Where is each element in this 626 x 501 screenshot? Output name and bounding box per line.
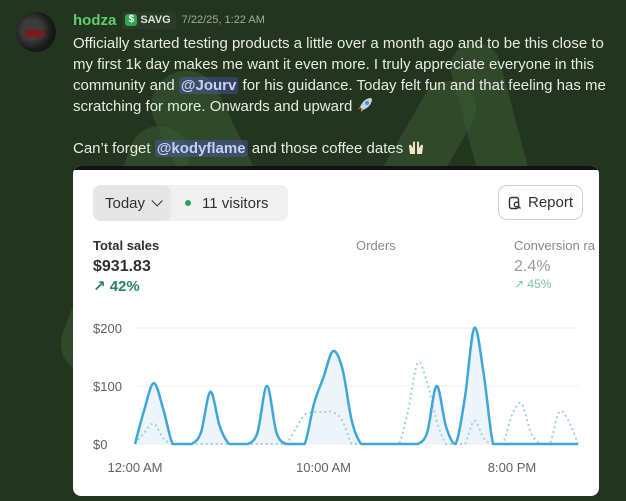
- raised-hands-icon: [409, 141, 424, 154]
- sales-chart: $200 $100 $012:00 AM 10:00 AM 8:00 PM: [93, 321, 579, 475]
- message-text: and those coffee dates: [247, 140, 408, 157]
- y-tick-label: $0: [93, 437, 107, 452]
- message-body: Officially started testing products a li…: [73, 33, 618, 159]
- metric-label: Conversion ra: [514, 238, 595, 253]
- x-tick-label: 8:00 PM: [488, 460, 536, 475]
- chevron-down-icon: [151, 195, 163, 207]
- y-tick-label: $200: [93, 321, 122, 336]
- metric-label: Orders: [356, 238, 396, 253]
- report-button[interactable]: Report: [498, 185, 583, 220]
- date-range-label: Today: [105, 194, 146, 212]
- metric-change: ↗ 42%: [93, 278, 140, 295]
- server-tag-label: SAVG: [140, 14, 171, 26]
- message-text: Can’t forget: [73, 140, 155, 157]
- metric-value: 2.4%: [514, 258, 551, 275]
- message-header: hodza $ SAVG 7/22/25, 1:22 AM: [73, 11, 265, 29]
- sales-dashboard-screenshot[interactable]: Today 11 visitors Report Total sales $93…: [73, 166, 599, 496]
- report-label: Report: [527, 194, 574, 211]
- mention-jourv[interactable]: @Jourv: [178, 77, 239, 94]
- live-dot-icon: [185, 200, 192, 206]
- timestamp[interactable]: 7/22/25, 1:22 AM: [182, 14, 265, 26]
- metric-label: Total sales: [93, 238, 160, 253]
- server-tag[interactable]: $ SAVG: [122, 11, 176, 29]
- report-icon: [508, 196, 521, 209]
- x-tick-label: 10:00 AM: [296, 460, 351, 475]
- live-visitors: 11 visitors: [171, 195, 268, 212]
- mention-kodyflame[interactable]: @kodyflame: [154, 140, 248, 157]
- message-paragraph-1: Officially started testing products a li…: [73, 33, 618, 117]
- filter-bar: Today 11 visitors: [93, 185, 288, 221]
- metric-total-sales[interactable]: Total sales $931.83 ↗ 42%: [93, 238, 159, 295]
- metric-change: ↗ 45%: [514, 277, 552, 291]
- y-tick-label: $100: [93, 379, 122, 394]
- metric-value: $931.83: [93, 258, 151, 275]
- avatar[interactable]: [16, 12, 56, 52]
- message-paragraph-2: Can’t forget @kodyflame and those coffee…: [73, 138, 618, 159]
- x-tick-label: 12:00 AM: [108, 460, 163, 475]
- visitors-label: 11 visitors: [202, 194, 269, 212]
- card-top-edge: [73, 166, 599, 170]
- date-range-select[interactable]: Today: [93, 185, 172, 221]
- metric-conversion-rate[interactable]: Conversion ra 2.4% ↗ 45%: [514, 238, 595, 291]
- username[interactable]: hodza: [73, 12, 116, 29]
- dollar-icon: $: [125, 14, 138, 26]
- rocket-icon: [358, 98, 373, 112]
- metric-orders[interactable]: Orders: [356, 238, 396, 253]
